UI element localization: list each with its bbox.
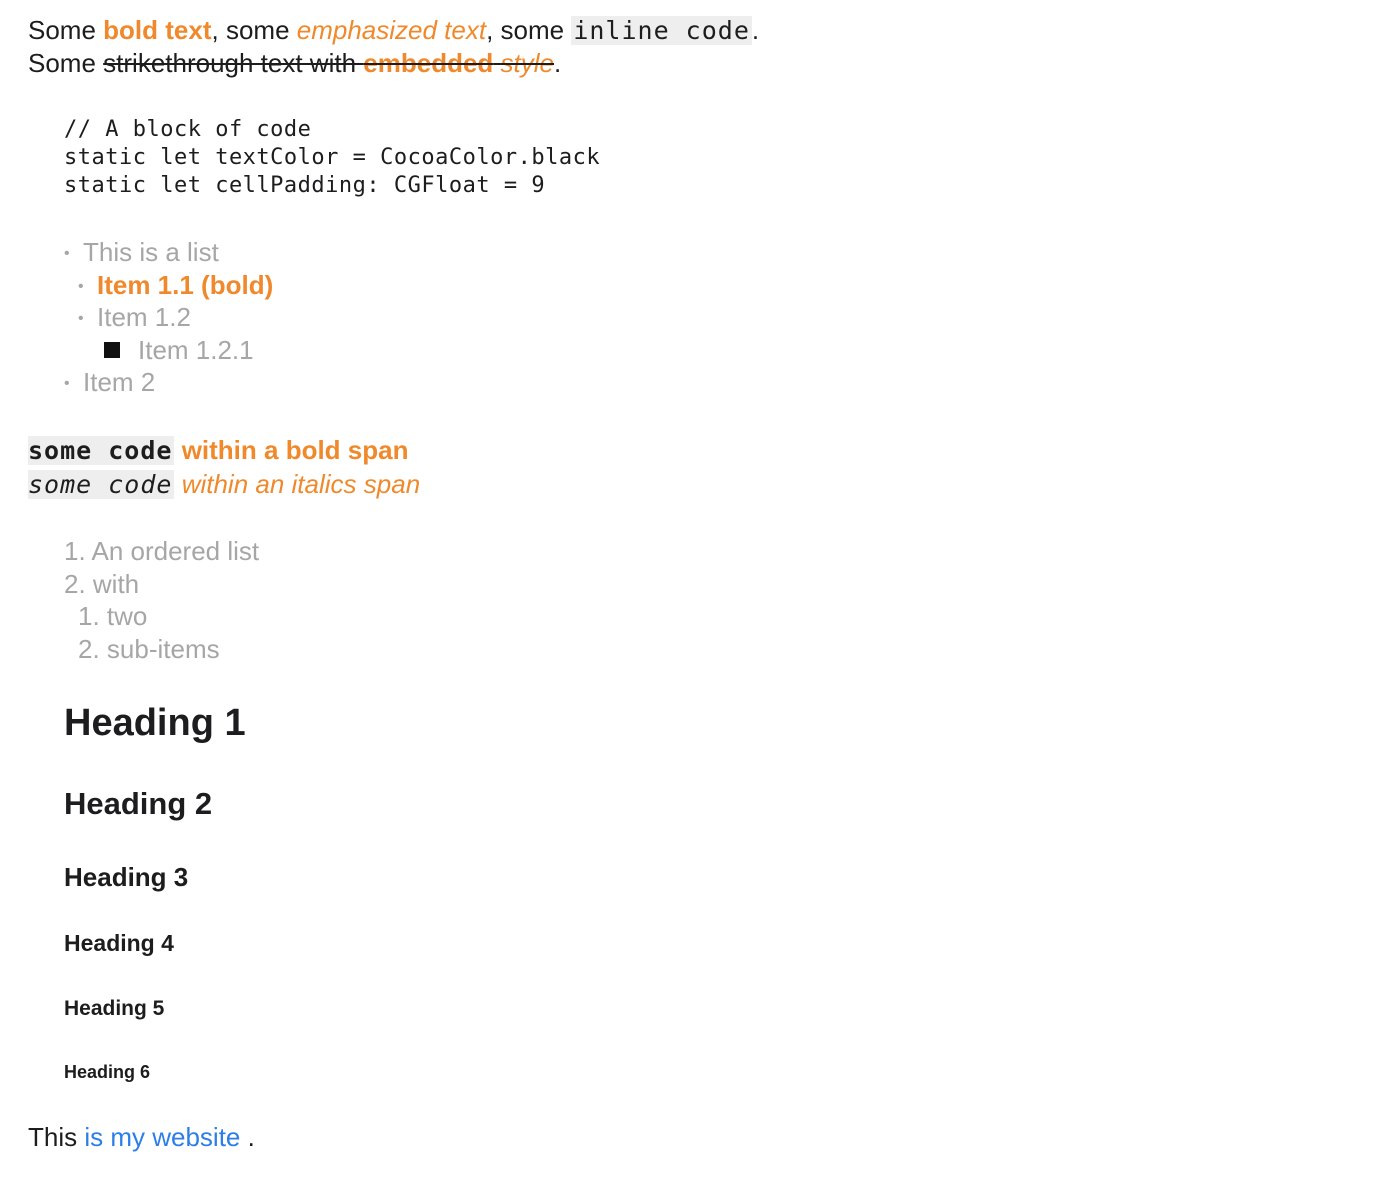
heading-1: Heading 1: [64, 702, 246, 744]
italic-span-line: some code within an italics span: [28, 468, 420, 502]
text-run: .: [240, 1122, 255, 1152]
ordered-list-item: 1. two: [78, 601, 148, 631]
strike-run: strikethrough text with: [103, 48, 364, 78]
strike-space: [493, 48, 500, 78]
list-item: • Item 1.1 (bold): [64, 269, 273, 302]
styled-paragraph: Some bold text, some emphasized text, so…: [28, 14, 759, 80]
bullet-icon: •: [78, 310, 84, 327]
ordered-list: 1. An ordered list 2. with 1. two 2. sub…: [64, 535, 259, 665]
text-run: .: [554, 48, 562, 78]
heading-2: Heading 2: [64, 786, 213, 821]
text-run: This: [28, 1122, 85, 1152]
heading-4: Heading 4: [64, 930, 174, 956]
bullet-icon: •: [78, 277, 84, 295]
bullet-icon: •: [64, 245, 70, 262]
ordered-list-item: 2. with: [64, 568, 140, 599]
strike-bold-text: embedded: [363, 48, 494, 78]
heading-5: Heading 5: [64, 997, 165, 1020]
website-link[interactable]: is my website: [84, 1122, 240, 1152]
strikethrough-text: strikethrough text with embedded style: [103, 48, 554, 78]
bold-span-text: within a bold span: [174, 435, 409, 465]
bold-text: bold text: [103, 15, 212, 45]
text-run: .: [751, 15, 760, 45]
text-run: , some: [211, 15, 297, 45]
italic-code: some code: [28, 469, 175, 499]
bold-code: some code: [28, 436, 175, 465]
list-item-label: Item 1.2: [97, 302, 191, 332]
list-item-label: This is a list: [83, 237, 219, 267]
inline-code: inline code: [571, 16, 752, 45]
italic-span-text: within an italics span: [174, 468, 421, 499]
code-line: static let cellPadding: CGFloat = 9: [64, 173, 546, 198]
link-paragraph: This is my website .: [28, 1121, 255, 1154]
text-run: Some: [28, 15, 104, 45]
list-item: • Item 1.2: [64, 301, 273, 334]
heading-3: Heading 3: [64, 862, 189, 892]
code-line: // A block of code: [64, 117, 312, 142]
square-bullet-icon: [104, 341, 120, 358]
emphasized-text: emphasized text: [296, 15, 487, 45]
ordered-list-item: 2. sub-items: [78, 633, 220, 664]
strike-italic-text: style: [500, 48, 555, 78]
ordered-list-item: 1. An ordered list: [64, 536, 260, 566]
code-line: static let textColor = CocoaColor.black: [64, 145, 601, 170]
code-block: // A block of code static let textColor =…: [64, 116, 600, 200]
list-item-label: Item 1.2.1: [138, 334, 254, 365]
bold-span-line: some code within a bold span: [28, 434, 420, 468]
list-item: • Item 2: [64, 366, 273, 399]
paragraph-line-2: Some strikethrough text with embedded st…: [28, 47, 759, 80]
bullet-icon: •: [64, 375, 70, 392]
code-spans: some code within a bold span some code w…: [28, 434, 420, 501]
text-run: Some: [28, 48, 104, 78]
heading-6: Heading 6: [64, 1062, 151, 1082]
text-run: , some: [486, 15, 572, 45]
list-item-label: Item 2: [83, 367, 156, 397]
list-item: • This is a list: [64, 236, 273, 269]
list-item-label-bold: Item 1.1 (bold): [97, 269, 274, 300]
paragraph-line-1: Some bold text, some emphasized text, so…: [28, 14, 759, 47]
unordered-list: • This is a list • Item 1.1 (bold) • Item 1…: [64, 236, 273, 399]
list-item: Item 1.2.1: [64, 334, 273, 367]
